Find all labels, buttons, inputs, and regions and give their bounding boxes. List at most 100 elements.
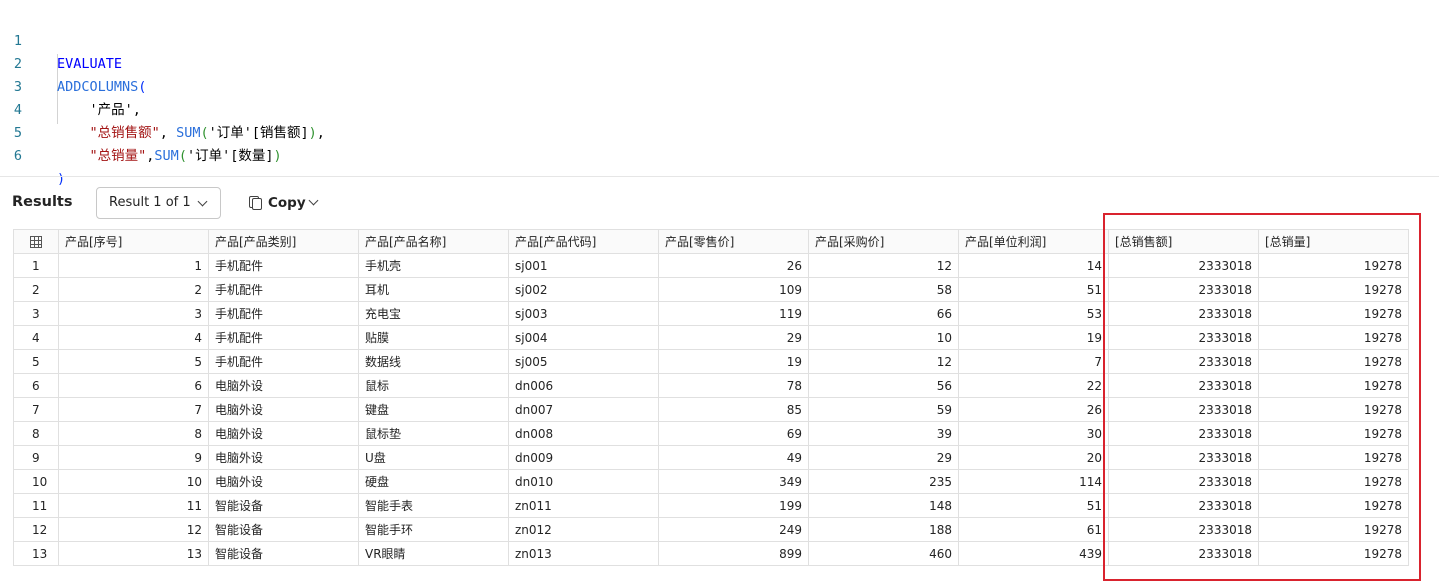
table-cell[interactable]: 14: [958, 253, 1109, 278]
table-cell[interactable]: 鼠标垫: [358, 421, 509, 446]
table-cell[interactable]: 12: [808, 349, 959, 374]
table-cell[interactable]: 7: [958, 349, 1109, 374]
row-number[interactable]: 11: [13, 493, 59, 518]
code-line-6[interactable]: 6 ): [0, 122, 1439, 187]
table-row[interactable]: 1 1 手机配件 手机壳 sj001 26 12 14 2333018 19278: [13, 253, 1409, 278]
table-cell[interactable]: 59: [808, 397, 959, 422]
table-cell[interactable]: 7: [58, 397, 209, 422]
table-cell[interactable]: zn012: [508, 517, 659, 542]
column-header[interactable]: 产品[零售价]: [658, 229, 809, 254]
table-cell[interactable]: U盘: [358, 445, 509, 470]
table-cell[interactable]: dn008: [508, 421, 659, 446]
row-number[interactable]: 4: [13, 325, 59, 350]
table-row[interactable]: 5 5 手机配件 数据线 sj005 19 12 7 2333018 19278: [13, 349, 1409, 374]
table-cell[interactable]: 数据线: [358, 349, 509, 374]
table-cell[interactable]: 30: [958, 421, 1109, 446]
table-cell[interactable]: 2333018: [1108, 421, 1259, 446]
table-cell[interactable]: 51: [958, 277, 1109, 302]
row-number[interactable]: 1: [13, 253, 59, 278]
copy-button[interactable]: Copy: [246, 188, 326, 218]
table-cell[interactable]: sj005: [508, 349, 659, 374]
code-line-2[interactable]: 2 ADDCOLUMNS(: [0, 30, 1439, 95]
table-cell[interactable]: zn011: [508, 493, 659, 518]
table-cell[interactable]: 19: [958, 325, 1109, 350]
table-cell[interactable]: VR眼睛: [358, 541, 509, 566]
table-cell[interactable]: 899: [658, 541, 809, 566]
table-cell[interactable]: 10: [808, 325, 959, 350]
table-cell[interactable]: 69: [658, 421, 809, 446]
table-cell[interactable]: 19278: [1258, 469, 1409, 494]
table-cell[interactable]: 66: [808, 301, 959, 326]
table-cell[interactable]: 4: [58, 325, 209, 350]
table-row[interactable]: 11 11 智能设备 智能手表 zn011 199 148 51 2333018 19278: [13, 493, 1409, 518]
column-header[interactable]: 产品[单位利润]: [958, 229, 1109, 254]
code-line-3[interactable]: 3 '产品',: [0, 53, 1439, 118]
table-cell[interactable]: 61: [958, 517, 1109, 542]
column-header[interactable]: 产品[产品名称]: [358, 229, 509, 254]
table-cell[interactable]: 53: [958, 301, 1109, 326]
row-number[interactable]: 13: [13, 541, 59, 566]
column-header[interactable]: 产品[产品代码]: [508, 229, 659, 254]
table-row[interactable]: 10 10 电脑外设 硬盘 dn010 349 235 114 2333018 19278: [13, 469, 1409, 494]
table-cell[interactable]: 3: [58, 301, 209, 326]
table-cell[interactable]: 19278: [1258, 277, 1409, 302]
table-cell[interactable]: sj002: [508, 277, 659, 302]
table-row[interactable]: 7 7 电脑外设 键盘 dn007 85 59 26 2333018 19278: [13, 397, 1409, 422]
table-cell[interactable]: 188: [808, 517, 959, 542]
code-line-4[interactable]: 4 "总销售额", SUM('订单'[销售额]),: [0, 76, 1439, 141]
table-cell[interactable]: 199: [658, 493, 809, 518]
row-number[interactable]: 2: [13, 277, 59, 302]
table-cell[interactable]: 手机配件: [208, 325, 359, 350]
code-line-1[interactable]: 1 EVALUATE: [0, 7, 1439, 72]
table-cell[interactable]: 2333018: [1108, 349, 1259, 374]
table-cell[interactable]: 智能设备: [208, 517, 359, 542]
table-cell[interactable]: 56: [808, 373, 959, 398]
table-cell[interactable]: dn010: [508, 469, 659, 494]
row-number[interactable]: 5: [13, 349, 59, 374]
table-cell[interactable]: 19278: [1258, 253, 1409, 278]
table-cell[interactable]: 49: [658, 445, 809, 470]
table-cell[interactable]: 29: [808, 445, 959, 470]
table-cell[interactable]: 1: [58, 253, 209, 278]
select-all-cell[interactable]: [13, 229, 59, 254]
table-cell[interactable]: 22: [958, 373, 1109, 398]
table-cell[interactable]: 智能手环: [358, 517, 509, 542]
table-cell[interactable]: 键盘: [358, 397, 509, 422]
table-cell[interactable]: 智能手表: [358, 493, 509, 518]
table-cell[interactable]: 235: [808, 469, 959, 494]
table-cell[interactable]: 19: [658, 349, 809, 374]
table-cell[interactable]: 6: [58, 373, 209, 398]
table-row[interactable]: 12 12 智能设备 智能手环 zn012 249 188 61 2333018 19278: [13, 517, 1409, 542]
table-cell[interactable]: 13: [58, 541, 209, 566]
table-cell[interactable]: 电脑外设: [208, 445, 359, 470]
table-row[interactable]: 2 2 手机配件 耳机 sj002 109 58 51 2333018 19278: [13, 277, 1409, 302]
table-cell[interactable]: sj001: [508, 253, 659, 278]
table-cell[interactable]: 29: [658, 325, 809, 350]
table-cell[interactable]: 19278: [1258, 493, 1409, 518]
chevron-down-icon[interactable]: [308, 195, 319, 206]
table-cell[interactable]: 电脑外设: [208, 469, 359, 494]
table-cell[interactable]: 19278: [1258, 445, 1409, 470]
table-cell[interactable]: 耳机: [358, 277, 509, 302]
table-cell[interactable]: 电脑外设: [208, 421, 359, 446]
table-cell[interactable]: 电脑外设: [208, 373, 359, 398]
table-row[interactable]: 8 8 电脑外设 鼠标垫 dn008 69 39 30 2333018 19278: [13, 421, 1409, 446]
table-cell[interactable]: sj003: [508, 301, 659, 326]
table-cell[interactable]: 2333018: [1108, 373, 1259, 398]
table-cell[interactable]: 19278: [1258, 349, 1409, 374]
column-header[interactable]: [总销售额]: [1108, 229, 1259, 254]
table-row[interactable]: 3 3 手机配件 充电宝 sj003 119 66 53 2333018 19278: [13, 301, 1409, 326]
table-cell[interactable]: 460: [808, 541, 959, 566]
table-cell[interactable]: 19278: [1258, 325, 1409, 350]
table-cell[interactable]: sj004: [508, 325, 659, 350]
row-number[interactable]: 10: [13, 469, 59, 494]
column-header[interactable]: 产品[序号]: [58, 229, 209, 254]
table-cell[interactable]: 148: [808, 493, 959, 518]
table-cell[interactable]: 手机壳: [358, 253, 509, 278]
table-cell[interactable]: 2333018: [1108, 397, 1259, 422]
table-cell[interactable]: dn006: [508, 373, 659, 398]
table-cell[interactable]: 手机配件: [208, 277, 359, 302]
row-number[interactable]: 9: [13, 445, 59, 470]
table-cell[interactable]: 2: [58, 277, 209, 302]
table-cell[interactable]: 12: [58, 517, 209, 542]
